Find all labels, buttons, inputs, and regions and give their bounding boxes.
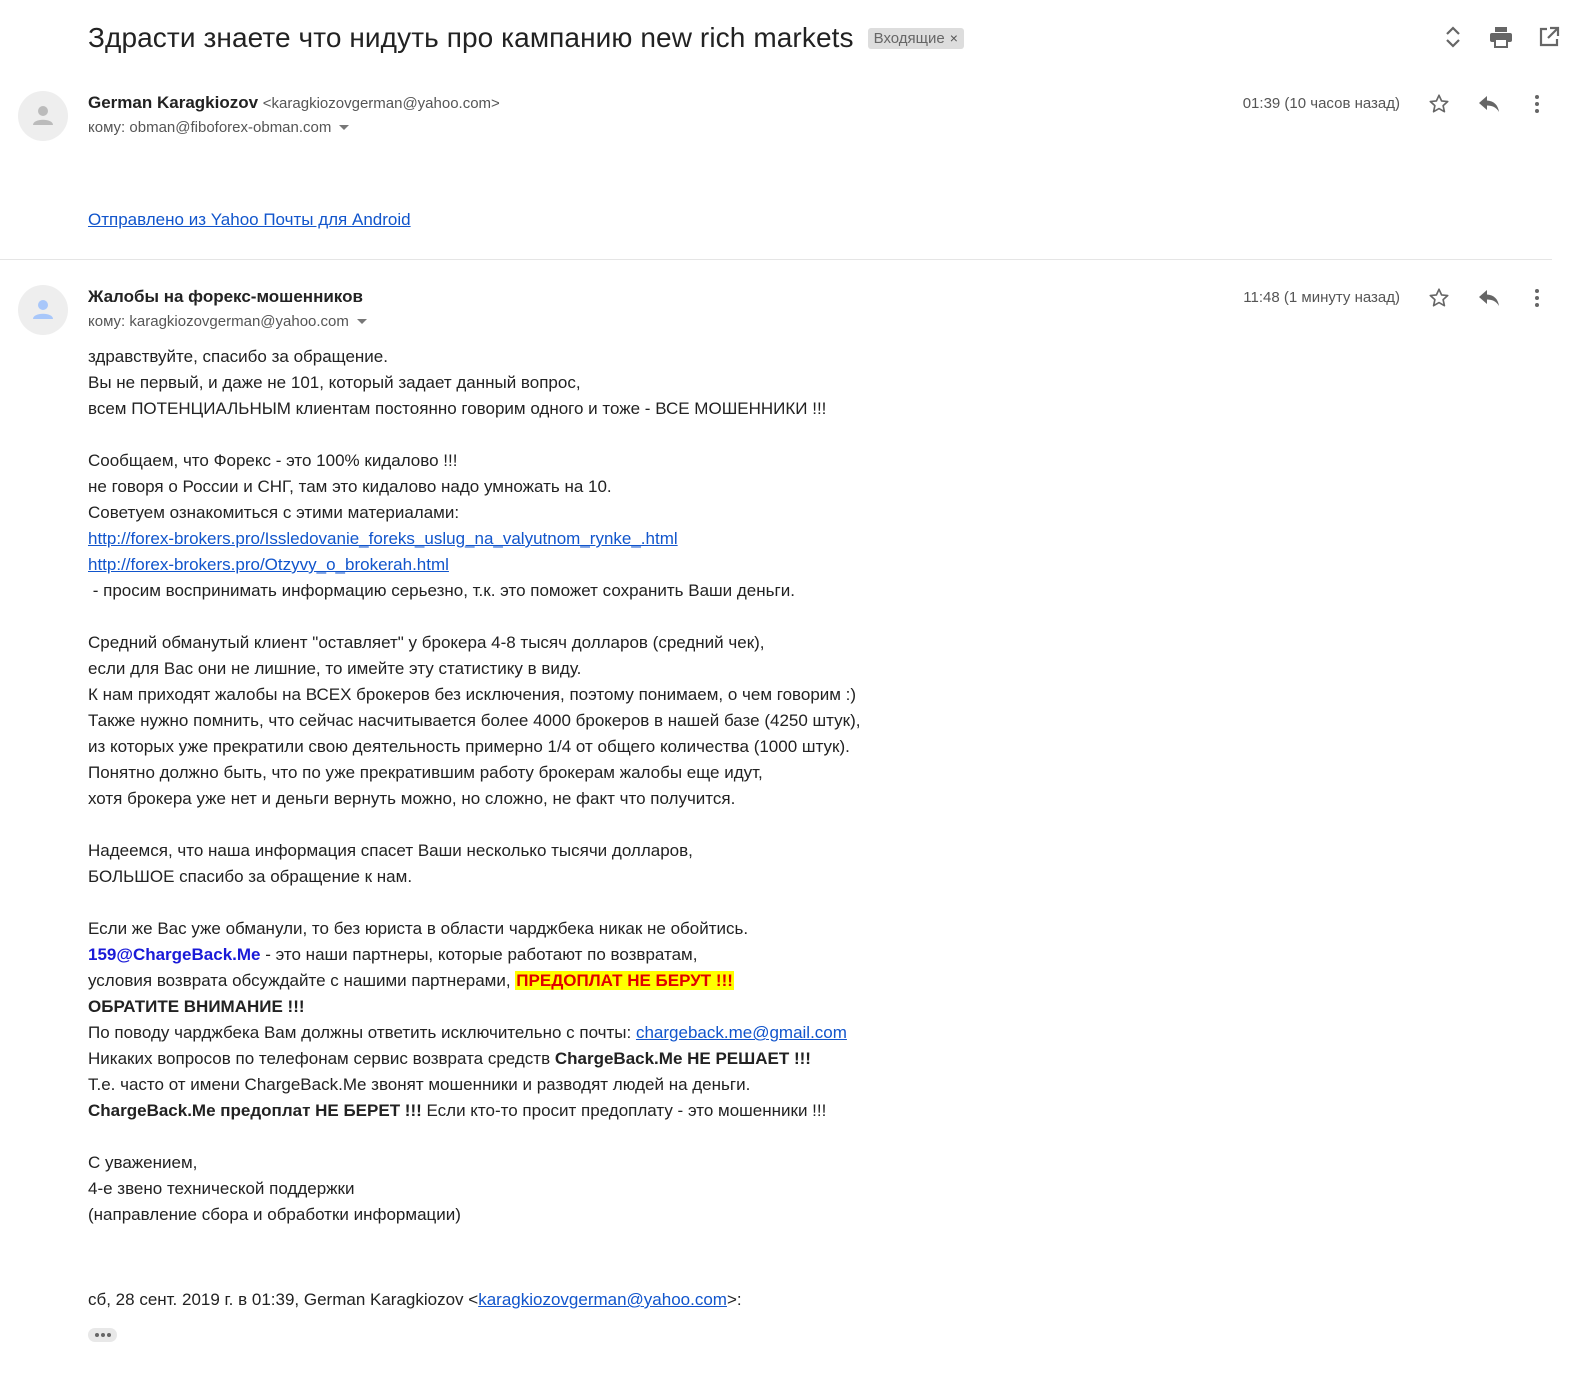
signature-line: (направление сбора и обработки информаци… bbox=[88, 1205, 461, 1224]
body-line: Сообщаем, что Форекс - это 100% кидалово… bbox=[88, 451, 458, 470]
avatar-person-icon bbox=[33, 106, 53, 125]
chevron-down-icon[interactable] bbox=[339, 125, 350, 130]
body-line: Т.е. часто от имени ChargeBack.Me звонят… bbox=[88, 1075, 751, 1094]
body-line: здравствуйте, спасибо за обращение. bbox=[88, 347, 388, 366]
message-time: 11:48 (1 минуту назад) bbox=[1243, 289, 1400, 306]
body-line: всем ПОТЕНЦИАЛЬНЫМ клиентам постоянно го… bbox=[88, 399, 827, 418]
body-line: не говоря о России и СНГ, там это кидало… bbox=[88, 477, 612, 496]
recipient-text: кому: karagkiozovgerman@yahoo.com bbox=[88, 313, 349, 330]
recipient-line[interactable]: кому: karagkiozovgerman@yahoo.com bbox=[88, 313, 367, 330]
body-line: хотя брокера уже нет и деньги вернуть мо… bbox=[88, 789, 736, 808]
body-text-span: По поводу чарджбека Вам должны ответить … bbox=[88, 1023, 636, 1042]
bold-text: ChargeBack.Me предоплат НЕ БЕРЕТ !!! bbox=[88, 1101, 422, 1120]
body-line: если для Вас они не лишние, то имейте эт… bbox=[88, 659, 582, 678]
body-line: БОЛЬШОЕ спасибо за обращение к нам. bbox=[88, 867, 413, 886]
body-line: Советуем ознакомиться с этими материалам… bbox=[88, 503, 460, 522]
recipient-line[interactable]: кому: obman@fiboforex-obman.com bbox=[88, 119, 350, 136]
message-divider bbox=[0, 259, 1552, 260]
body-line: Вы не первый, и даже не 101, который зад… bbox=[88, 373, 581, 392]
print-icon[interactable] bbox=[1488, 24, 1514, 50]
body-line: К нам приходят жалобы на ВСЕХ брокеров б… bbox=[88, 685, 857, 704]
sender-line: German Karagkiozov <karagkiozovgerman@ya… bbox=[88, 93, 500, 113]
message-time: 01:39 (10 часов назад) bbox=[1242, 95, 1400, 112]
email-subject: Здрасти знаете что нидуть про кампанию n… bbox=[88, 22, 854, 53]
body-line: Также нужно помнить, что сейчас насчитыв… bbox=[88, 711, 861, 730]
body-line: из которых уже прекратили свою деятельно… bbox=[88, 737, 850, 756]
signature-line: 4-е звено технической поддержки bbox=[88, 1179, 355, 1198]
open-new-window-icon[interactable] bbox=[1536, 24, 1562, 50]
body-text-span: - это наши партнеры, которые работают по… bbox=[260, 945, 698, 964]
thread-actions bbox=[1440, 24, 1562, 50]
sender-email: <karagkiozovgerman@yahoo.com> bbox=[262, 95, 500, 112]
partner-email: 159@ChargeBack.Me bbox=[88, 945, 261, 964]
chargeback-email-link[interactable]: chargeback.me@gmail.com bbox=[636, 1023, 847, 1042]
star-icon[interactable] bbox=[1426, 285, 1452, 311]
expand-collapse-icon[interactable] bbox=[1440, 24, 1466, 50]
ellipsis-dot bbox=[100, 1333, 105, 1337]
signature-line: С уважением, bbox=[88, 1153, 198, 1172]
quoted-header: сб, 28 сент. 2019 г. в 01:39, German Kar… bbox=[88, 1287, 742, 1313]
forex-research-link[interactable]: http://forex-brokers.pro/Issledovanie_fo… bbox=[88, 529, 678, 548]
message-body: здравствуйте, спасибо за обращение. Вы н… bbox=[88, 344, 860, 1228]
attention-heading: ОБРАТИТЕ ВНИМАНИЕ !!! bbox=[88, 997, 305, 1016]
body-line: По поводу чарджбека Вам должны ответить … bbox=[88, 1020, 860, 1046]
message-body: Отправлено из Yahoo Почты для Android bbox=[88, 207, 411, 233]
highlighted-warning: ПРЕДОПЛАТ НЕ БЕРУТ !!! bbox=[515, 971, 734, 990]
body-line: условия возврата обсуждайте с нашими пар… bbox=[88, 968, 860, 994]
avatar-person-icon bbox=[33, 300, 53, 319]
subject-row: Здрасти знаете что нидуть про кампанию n… bbox=[88, 22, 964, 54]
quoted-sender-email-link[interactable]: karagkiozovgerman@yahoo.com bbox=[478, 1290, 727, 1309]
body-text-span: условия возврата обсуждайте с нашими пар… bbox=[88, 971, 516, 990]
label-chip-inbox[interactable]: Входящие × bbox=[867, 27, 964, 49]
avatar[interactable] bbox=[18, 91, 68, 141]
sender-line: Жалобы на форекс-мошенников bbox=[88, 287, 363, 307]
quote-prefix: сб, 28 сент. 2019 г. в 01:39, German Kar… bbox=[88, 1290, 479, 1309]
yahoo-mail-link[interactable]: Отправлено из Yahoo Почты для Android bbox=[88, 210, 411, 229]
body-text-span: Если кто-то просит предоплату - это моше… bbox=[421, 1101, 827, 1120]
ellipsis-dot bbox=[106, 1333, 111, 1337]
body-line: Понятно должно быть, что по уже прекрати… bbox=[88, 763, 763, 782]
broker-reviews-link[interactable]: http://forex-brokers.pro/Otzyvy_o_broker… bbox=[88, 555, 449, 574]
reply-icon[interactable] bbox=[1476, 285, 1502, 311]
reply-icon[interactable] bbox=[1476, 91, 1502, 117]
label-remove-button[interactable]: × bbox=[950, 30, 958, 46]
body-line: Средний обманутый клиент "оставляет" у б… bbox=[88, 633, 765, 652]
quote-suffix: >: bbox=[726, 1290, 742, 1309]
label-chip-text: Входящие bbox=[873, 29, 945, 47]
sender-name[interactable]: Жалобы на форекс-мошенников bbox=[88, 287, 363, 306]
body-line: 159@ChargeBack.Me - это наши партнеры, к… bbox=[88, 942, 860, 968]
body-line: ChargeBack.Me предоплат НЕ БЕРЕТ !!! Есл… bbox=[88, 1098, 860, 1124]
body-line: Если же Вас уже обманули, то без юриста … bbox=[88, 919, 749, 938]
body-line: - просим воспринимать информацию серьезн… bbox=[88, 581, 795, 600]
ellipsis-dot bbox=[94, 1333, 99, 1337]
more-vert-icon[interactable] bbox=[1524, 91, 1550, 117]
chevron-down-icon[interactable] bbox=[356, 319, 367, 324]
star-icon[interactable] bbox=[1426, 91, 1452, 117]
body-line: Надеемся, что наша информация спасет Ваш… bbox=[88, 841, 693, 860]
body-text-span: Никаких вопросов по телефонам сервис воз… bbox=[88, 1049, 555, 1068]
avatar[interactable] bbox=[18, 285, 68, 335]
more-vert-icon[interactable] bbox=[1524, 285, 1550, 311]
bold-text: ChargeBack.Me НЕ РЕШАЕТ !!! bbox=[554, 1049, 811, 1068]
show-trimmed-content-button[interactable] bbox=[88, 1328, 117, 1342]
sender-name[interactable]: German Karagkiozov bbox=[88, 93, 258, 112]
recipient-text: кому: obman@fiboforex-obman.com bbox=[88, 119, 332, 136]
body-line: Никаких вопросов по телефонам сервис воз… bbox=[88, 1046, 860, 1072]
